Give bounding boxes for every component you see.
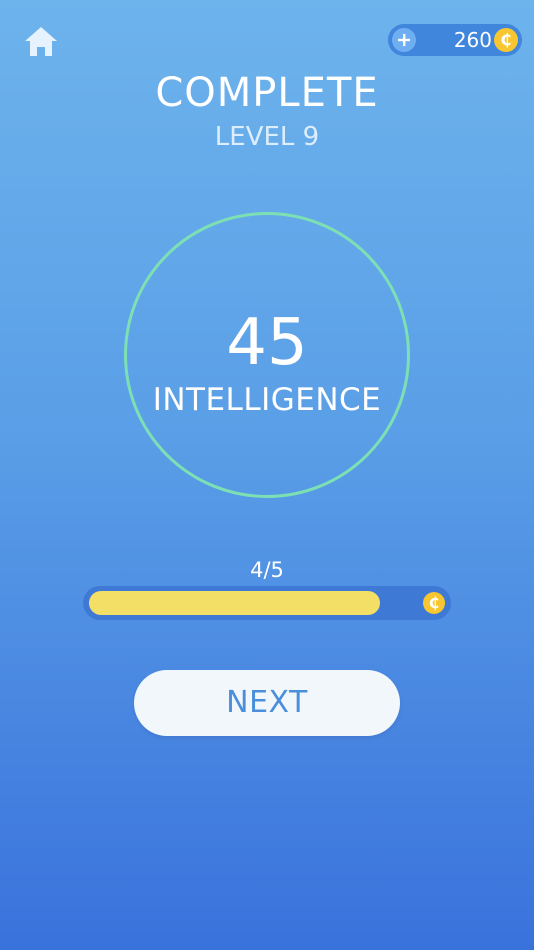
progress-fill bbox=[89, 591, 380, 615]
coin-balance: 260 ₵ bbox=[388, 24, 522, 56]
reward-coin-icon: ₵ bbox=[423, 592, 445, 614]
level-label: LEVEL 9 bbox=[214, 122, 320, 152]
page-title: COMPLETE bbox=[155, 70, 379, 116]
add-coins-button[interactable] bbox=[392, 28, 416, 52]
score-label: INTELLIGENCE bbox=[152, 382, 382, 418]
coin-count: 260 bbox=[453, 28, 492, 52]
progress-text: 4/5 bbox=[250, 558, 284, 582]
home-icon bbox=[25, 27, 57, 56]
next-button[interactable]: NEXT bbox=[134, 670, 400, 736]
plus-icon bbox=[398, 34, 410, 46]
home-button[interactable] bbox=[22, 24, 60, 60]
progress-bar: ₵ bbox=[83, 586, 451, 620]
coin-icon: ₵ bbox=[494, 28, 518, 52]
score-value: 45 bbox=[226, 306, 308, 380]
